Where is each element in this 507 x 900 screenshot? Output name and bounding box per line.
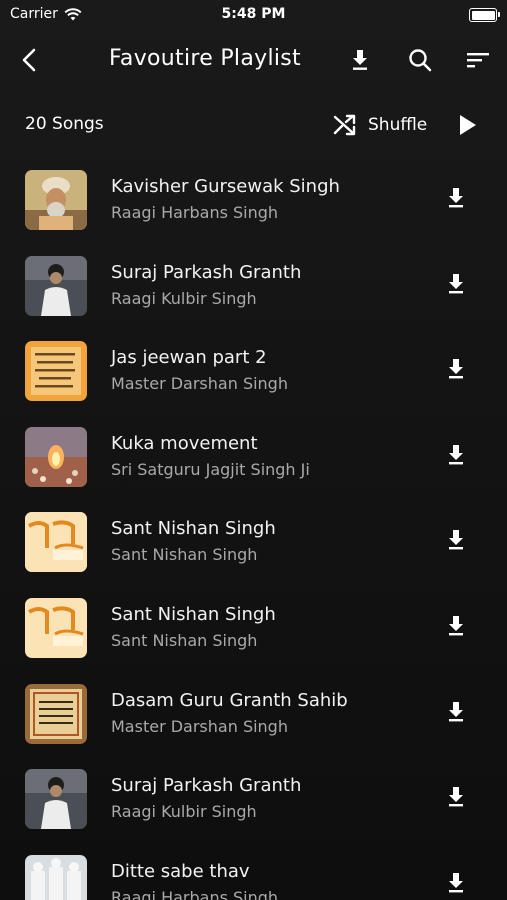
list-item[interactable]: Suraj Parkash Granth Raagi Kulbir Singh: [0, 242, 507, 328]
song-artist: Sri Satguru Jagjit Singh Ji: [111, 459, 310, 479]
list-item[interactable]: Kuka movement Sri Satguru Jagjit Singh J…: [0, 413, 507, 499]
song-artist: Sant Nishan Singh: [111, 630, 258, 650]
download-all-icon[interactable]: [346, 46, 374, 74]
song-artwork: [25, 170, 87, 230]
status-bar: Carrier 5:48 PM: [0, 0, 507, 28]
shuffle-icon: [333, 114, 356, 136]
song-title: Kavisher Gursewak Singh: [111, 176, 340, 197]
song-artist: Master Darshan Singh: [111, 716, 288, 736]
shuffle-label: Shuffle: [368, 115, 428, 135]
download-icon[interactable]: [444, 871, 468, 895]
song-artist: Master Darshan Singh: [111, 374, 288, 394]
back-chevron-left-icon[interactable]: [16, 46, 44, 74]
search-icon[interactable]: [406, 46, 434, 74]
song-artwork: [25, 769, 87, 830]
download-icon[interactable]: [444, 357, 468, 381]
song-artwork: [25, 341, 87, 402]
song-artist: Raagi Kulbir Singh: [111, 802, 257, 822]
shuffle-button[interactable]: Shuffle: [332, 110, 427, 140]
list-item[interactable]: Sant Nishan Singh Sant Nishan Singh: [0, 498, 507, 584]
song-title: Jas jeewan part 2: [111, 347, 267, 369]
song-count: 20 Songs: [25, 114, 104, 134]
song-title: Dasam Guru Granth Sahib: [111, 689, 348, 711]
song-title: Sant Nishan Singh: [111, 603, 276, 625]
song-artist: Sant Nishan Singh: [111, 545, 258, 565]
song-artwork: [25, 512, 87, 573]
download-icon[interactable]: [444, 785, 468, 809]
download-icon[interactable]: [444, 272, 468, 296]
song-list: Kavisher Gursewak Singh Raagi Harbans Si…: [0, 156, 507, 900]
song-title: Suraj Parkash Granth: [111, 775, 302, 797]
page-title: Favoutire Playlist: [109, 46, 301, 71]
list-item[interactable]: Kavisher Gursewak Singh Raagi Harbans Si…: [0, 156, 507, 242]
playlist-summary: 20 Songs Shuffle: [0, 108, 507, 142]
download-icon[interactable]: [444, 528, 468, 552]
song-artwork: [25, 683, 87, 744]
song-artwork: [25, 854, 87, 900]
list-item[interactable]: Suraj Parkash Granth Raagi Kulbir Singh: [0, 755, 507, 841]
battery-icon: [469, 8, 500, 22]
song-title: Kuka movement: [111, 432, 258, 454]
download-icon[interactable]: [444, 614, 468, 638]
play-all-button[interactable]: [455, 112, 479, 138]
list-item[interactable]: Ditte sabe thav Raagi Harbans Singh: [0, 841, 507, 900]
song-artist: Raagi Harbans Singh: [111, 203, 279, 222]
song-artwork: [25, 426, 87, 487]
list-item[interactable]: Dasam Guru Granth Sahib Master Darshan S…: [0, 670, 507, 756]
song-artwork: [25, 597, 87, 658]
sort-icon[interactable]: [464, 46, 492, 74]
song-artist: Raagi Harbans Singh: [111, 887, 279, 900]
nav-bar: Favoutire Playlist: [0, 36, 507, 84]
song-title: Ditte sabe thav: [111, 860, 250, 882]
download-icon[interactable]: [444, 700, 468, 724]
list-item[interactable]: Sant Nishan Singh Sant Nishan Singh: [0, 584, 507, 670]
song-title: Sant Nishan Singh: [111, 518, 276, 540]
status-time: 5:48 PM: [221, 6, 286, 22]
download-icon[interactable]: [444, 443, 468, 467]
song-artist: Raagi Kulbir Singh: [111, 288, 257, 308]
song-title: Suraj Parkash Granth: [111, 261, 302, 283]
download-icon[interactable]: [444, 186, 468, 210]
song-artwork: [25, 255, 87, 316]
list-item[interactable]: Jas jeewan part 2 Master Darshan Singh: [0, 327, 507, 413]
